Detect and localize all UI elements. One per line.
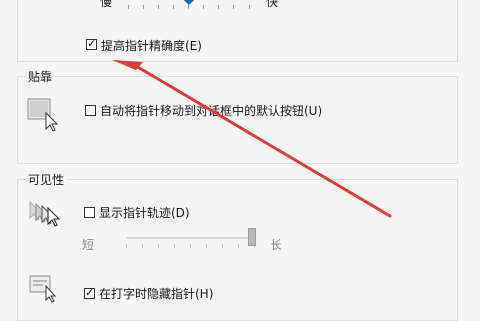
annotation-arrow-icon	[112, 60, 392, 218]
